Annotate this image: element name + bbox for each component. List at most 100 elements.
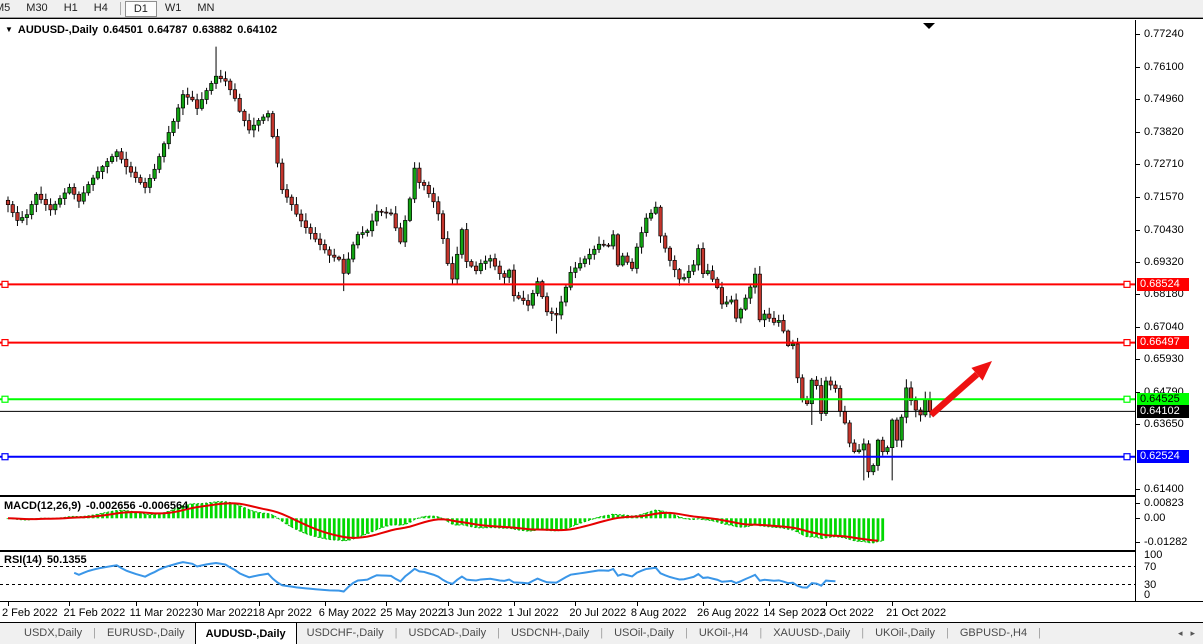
macd-histogram-bar xyxy=(234,504,237,519)
macd-histogram-bar xyxy=(541,518,544,529)
macd-histogram-bar xyxy=(829,518,832,537)
candle-body xyxy=(380,211,383,212)
macd-histogram-bar xyxy=(158,514,161,519)
timeframe-button-d1[interactable]: D1 xyxy=(125,1,157,17)
price-axis: 0.772400.761000.749600.738200.727100.715… xyxy=(1135,20,1203,601)
timeframe-button-m30[interactable]: M30 xyxy=(18,1,55,17)
candle-body xyxy=(25,215,28,218)
line-handle[interactable] xyxy=(2,454,8,460)
line-handle[interactable] xyxy=(2,340,8,346)
price-tick-mark xyxy=(1136,262,1140,263)
macd-tick-mark xyxy=(1136,503,1140,504)
macd-histogram-bar xyxy=(659,511,662,519)
candle-body xyxy=(777,320,780,322)
candle-body xyxy=(640,233,643,248)
date-tick-label: 6 May 2022 xyxy=(319,607,376,619)
candle-body xyxy=(441,214,444,239)
tab-scroll-right-icon[interactable]: ▸ xyxy=(1190,628,1195,639)
tab-usoil-[interactable]: USOil-,Daily xyxy=(604,622,684,644)
candle-body xyxy=(881,440,884,451)
macd-histogram-bar xyxy=(839,518,842,537)
candle-body xyxy=(692,265,695,271)
tab-usdcad-[interactable]: USDCAD-,Daily xyxy=(399,622,497,644)
candle-body xyxy=(470,262,473,267)
timeframe-button-h1[interactable]: H1 xyxy=(56,1,86,17)
candle-body xyxy=(219,76,222,78)
chevron-down-icon[interactable]: ▼ xyxy=(5,25,13,34)
line-handle[interactable] xyxy=(2,281,8,287)
tab-usdx[interactable]: USDX,Daily xyxy=(14,622,92,644)
macd-histogram-bar xyxy=(475,518,478,527)
timeframe-button-w1[interactable]: W1 xyxy=(157,1,190,17)
tab-gbpusd-[interactable]: GBPUSD-,H4 xyxy=(950,622,1037,644)
candle-body xyxy=(252,125,255,130)
candle-body xyxy=(593,249,596,254)
candle-body xyxy=(304,221,307,228)
candle-body xyxy=(853,443,856,452)
macd-histogram-bar xyxy=(371,518,374,531)
chart-shift-marker-icon[interactable] xyxy=(923,23,935,29)
candle-body xyxy=(555,313,558,315)
macd-histogram-bar xyxy=(196,504,199,519)
macd-values: -0.002656 -0.006564 xyxy=(86,500,188,512)
tab-usdcnh-[interactable]: USDCNH-,Daily xyxy=(501,622,599,644)
pane-separator-rsi[interactable] xyxy=(0,550,1203,552)
level-price-badge: 0.64525 xyxy=(1137,393,1189,406)
timeframe-button-h4[interactable]: H4 xyxy=(86,1,116,17)
macd-histogram-bar xyxy=(569,518,572,527)
candle-body xyxy=(474,266,477,271)
date-tick-label: 21 Feb 2022 xyxy=(63,607,125,619)
symbol-tab-bar: USDX,Daily|EURUSD-,DailyAUDUSD-,DailyUSD… xyxy=(0,622,1203,644)
macd-histogram-bar xyxy=(191,504,194,519)
candle-body xyxy=(143,183,146,188)
level-price-badge: 0.66497 xyxy=(1137,336,1189,349)
tab-scroll-left-icon[interactable]: ◂ xyxy=(1178,628,1183,639)
candle-body xyxy=(493,259,496,266)
tab-ukoil-[interactable]: UKOil-,Daily xyxy=(865,622,945,644)
line-handle[interactable] xyxy=(1124,281,1130,287)
price-chart-canvas[interactable] xyxy=(0,20,1135,601)
candle-body xyxy=(205,91,208,100)
trend-arrow-shaft[interactable] xyxy=(931,374,977,415)
line-handle[interactable] xyxy=(2,396,8,402)
candle-body xyxy=(857,450,860,452)
date-tick-mark xyxy=(136,602,137,606)
date-tick-label: 14 Sep 2022 xyxy=(763,607,825,619)
macd-histogram-bar xyxy=(550,518,553,530)
pane-separator-macd[interactable] xyxy=(0,495,1203,497)
date-tick-mark xyxy=(386,602,387,606)
line-handle[interactable] xyxy=(1124,396,1130,402)
candle-body xyxy=(749,287,752,298)
date-tick-mark xyxy=(826,602,827,606)
candle-body xyxy=(730,300,733,302)
line-handle[interactable] xyxy=(1124,340,1130,346)
candle-body xyxy=(106,162,109,167)
candle-body xyxy=(697,249,700,265)
candle-body xyxy=(526,301,529,306)
candle-body xyxy=(153,169,156,178)
candle-body xyxy=(574,268,577,272)
tab-usdchf-[interactable]: USDCHF-,Daily xyxy=(297,622,394,644)
candle-body xyxy=(460,230,463,255)
candle-body xyxy=(782,320,785,331)
tab-ukoil-[interactable]: UKOil-,H4 xyxy=(689,622,759,644)
date-tick-mark xyxy=(892,602,893,606)
date-tick-label: 1 Jul 2022 xyxy=(508,607,559,619)
date-tick-label: 3 Oct 2022 xyxy=(820,607,874,619)
candle-body xyxy=(229,81,232,90)
line-handle[interactable] xyxy=(1124,454,1130,460)
timeframe-button-m5[interactable]: M5 xyxy=(0,1,18,17)
candle-body xyxy=(744,298,747,309)
candle-body xyxy=(295,205,298,214)
tab-eurusd-[interactable]: EURUSD-,Daily xyxy=(97,622,195,644)
candle-body xyxy=(181,95,184,108)
price-tick-label: 0.67040 xyxy=(1144,321,1184,333)
macd-name: MACD(12,26,9) xyxy=(4,500,81,512)
date-tick-mark xyxy=(259,602,260,606)
timeframe-button-mn[interactable]: MN xyxy=(189,1,222,17)
tab-audusd-[interactable]: AUDUSD-,Daily xyxy=(195,622,297,644)
macd-histogram-bar xyxy=(328,518,331,539)
macd-histogram-bar xyxy=(479,518,482,528)
tab-xauusd-[interactable]: XAUUSD-,Daily xyxy=(763,622,860,644)
date-tick-label: 13 Jun 2022 xyxy=(442,607,503,619)
